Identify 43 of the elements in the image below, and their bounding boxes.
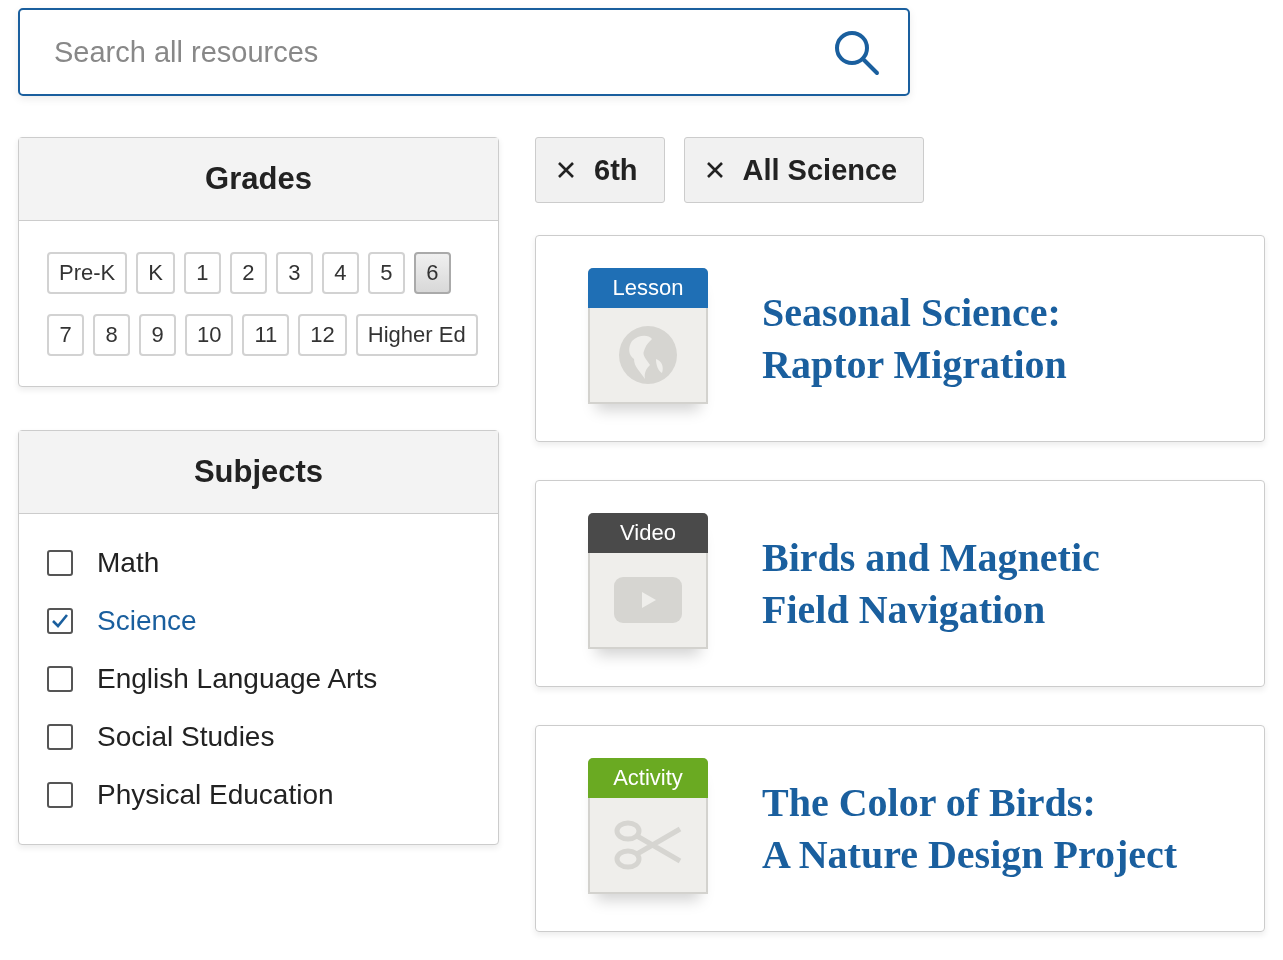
panel-title: Subjects <box>193 454 324 490</box>
grade-button[interactable]: 1 <box>183 252 221 294</box>
resource-type-tag: Lesson <box>588 267 708 308</box>
grade-button[interactable]: 4 <box>321 252 359 294</box>
grade-button[interactable]: Pre-K <box>47 252 128 294</box>
subject-label[interactable]: Math <box>97 547 160 579</box>
resource-title-link[interactable]: Birds and Magnetic Field Navigation <box>762 531 1100 636</box>
panel-title: Grades <box>205 161 312 197</box>
close-icon <box>704 160 725 180</box>
scissors-icon <box>614 818 682 871</box>
checkbox[interactable] <box>47 550 73 576</box>
checkbox[interactable] <box>47 724 73 750</box>
grade-button[interactable]: K <box>136 252 175 294</box>
subject-label[interactable]: Physical Education <box>97 779 334 811</box>
search-input[interactable]: Search all resources <box>52 34 832 70</box>
grade-button[interactable]: 10 <box>185 314 234 356</box>
grade-button[interactable]: Higher Ed <box>355 314 478 356</box>
grade-button[interactable]: 8 <box>93 314 130 356</box>
grade-button[interactable]: 12 <box>298 314 347 356</box>
play-button-icon <box>614 576 682 623</box>
grade-button[interactable]: 6 <box>413 252 451 294</box>
search-icon[interactable] <box>832 28 880 76</box>
grade-button[interactable]: 11 <box>242 314 290 356</box>
search-field[interactable]: Search all resources <box>18 8 910 96</box>
subject-label[interactable]: Social Studies <box>97 721 275 753</box>
resource-type-tag: Video <box>588 512 708 553</box>
subject-label[interactable]: English Language Arts <box>97 663 378 695</box>
grade-button[interactable]: 2 <box>229 252 267 294</box>
checkbox[interactable] <box>47 608 73 634</box>
checkbox[interactable] <box>47 782 73 808</box>
grade-button[interactable]: 5 <box>367 252 405 294</box>
grade-button[interactable]: 3 <box>275 252 313 294</box>
resource-title-link[interactable]: The Color of Birds: A Nature Design Project <box>762 776 1178 881</box>
resource-title-link[interactable]: Seasonal Science: Raptor Migration <box>762 286 1067 391</box>
globe-icon <box>618 324 678 385</box>
grade-button[interactable]: 9 <box>139 314 176 356</box>
resource-type-tag: Activity <box>588 757 708 798</box>
filter-chip[interactable]: All Science <box>683 137 925 203</box>
checkbox[interactable] <box>47 666 73 692</box>
close-icon <box>556 160 576 180</box>
filter-chip[interactable]: 6th <box>535 137 665 203</box>
grade-button[interactable]: 7 <box>47 314 84 356</box>
subject-label[interactable]: Science <box>97 605 197 637</box>
